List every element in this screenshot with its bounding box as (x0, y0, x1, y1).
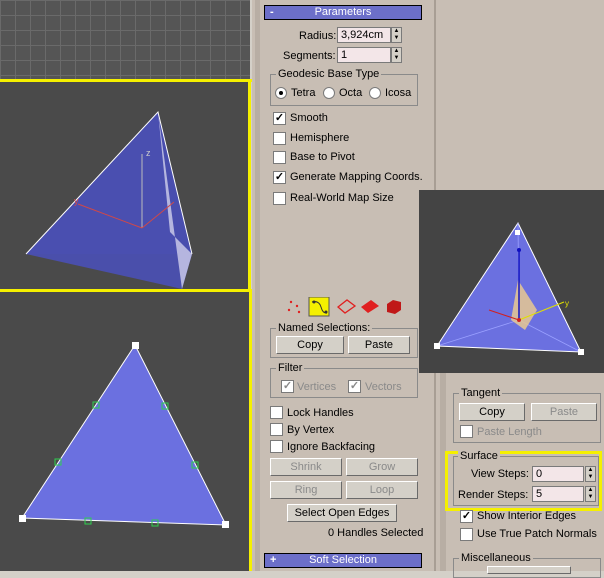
parameters-rollout-title[interactable]: - Parameters (264, 5, 422, 20)
front-viewport[interactable] (0, 292, 250, 571)
geodesic-title: Geodesic Base Type (276, 68, 382, 80)
filter-title: Filter (276, 362, 305, 374)
vectors-label: Vectors (365, 381, 402, 393)
render-steps-input[interactable]: 5 (532, 486, 584, 502)
view-steps-label: View Steps: (471, 468, 529, 480)
soft-selection-rollout-title[interactable]: + Soft Selection (264, 553, 422, 568)
expand-icon: + (270, 554, 277, 566)
show-interior-edges-checkbox[interactable]: ✓ (460, 510, 473, 523)
tetra-label: Tetra (291, 87, 316, 99)
tangent-title: Tangent (459, 387, 503, 399)
named-paste-button[interactable]: Paste (348, 336, 410, 354)
view-steps-spinner[interactable]: ▲ ▼ (585, 466, 596, 482)
named-copy-button[interactable]: Copy (276, 336, 344, 354)
panel-scrollbar[interactable] (255, 0, 260, 571)
selection-level-icons (285, 296, 405, 317)
radius-spinner[interactable]: ▲ ▼ (391, 27, 402, 43)
collapse-icon: - (270, 6, 274, 18)
select-open-edges-button[interactable]: Select Open Edges (287, 504, 397, 522)
named-selections-title: Named Selections: (276, 322, 373, 334)
tangent-paste-button[interactable]: Paste (531, 403, 597, 421)
tetra-radio[interactable] (275, 87, 287, 99)
render-steps-spinner[interactable]: ▲ ▼ (585, 486, 596, 502)
by-vertex-label: By Vertex (287, 424, 335, 436)
true-patch-normals-checkbox[interactable] (460, 528, 473, 541)
soft-selection-label: Soft Selection (309, 554, 377, 566)
face-icon (361, 300, 379, 313)
loop-button[interactable]: Loop (346, 481, 418, 499)
perspective-tetrahedron: z y (25, 110, 193, 289)
icosa-radio[interactable] (369, 87, 381, 99)
octa-radio[interactable] (323, 87, 335, 99)
segments-input[interactable]: 1 (337, 47, 391, 63)
gen-mapping-label: Generate Mapping Coords. (290, 171, 423, 183)
octa-label: Octa (339, 87, 363, 99)
lock-handles-label: Lock Handles (287, 407, 354, 419)
show-interior-edges-label: Show Interior Edges (477, 510, 577, 522)
perspective-viewport[interactable]: z y (0, 82, 248, 289)
active-viewport-border-right (248, 79, 251, 291)
grow-button[interactable]: Grow (346, 458, 418, 476)
handle-icon (308, 296, 330, 317)
vertices-checkbox[interactable]: ✓ (281, 380, 294, 393)
view-steps-input[interactable]: 0 (532, 466, 584, 482)
base-to-pivot-label: Base to Pivot (290, 151, 355, 163)
render-tetrahedron: y (434, 221, 584, 355)
misc-title: Miscellaneous (459, 552, 533, 564)
realworld-label: Real-World Map Size (290, 192, 394, 204)
top-viewport[interactable] (0, 0, 250, 80)
render-steps-label: Render Steps: (458, 489, 529, 501)
render-preview-viewport[interactable]: y (419, 190, 604, 373)
front-tetrahedron (19, 342, 229, 528)
shrink-button[interactable]: Shrink (270, 458, 342, 476)
ignore-backfacing-checkbox[interactable] (270, 440, 283, 453)
vectors-checkbox[interactable]: ✓ (348, 380, 361, 393)
svg-text:y: y (565, 299, 569, 308)
hemisphere-checkbox[interactable] (273, 132, 286, 145)
ring-button[interactable]: Ring (270, 481, 342, 499)
base-to-pivot-checkbox[interactable] (273, 151, 286, 164)
radius-label: Radius: (299, 30, 337, 42)
paste-length-checkbox[interactable] (460, 425, 473, 438)
paste-length-label: Paste Length (477, 426, 542, 438)
element-icon (387, 300, 401, 314)
gen-mapping-checkbox[interactable]: ✓ (273, 171, 286, 184)
lock-handles-checkbox[interactable] (270, 406, 283, 419)
smooth-label: Smooth (290, 112, 328, 124)
svg-text:z: z (146, 148, 151, 158)
hemisphere-label: Hemisphere (290, 132, 350, 144)
true-patch-normals-label: Use True Patch Normals (477, 528, 597, 540)
edge-icon (336, 299, 357, 314)
vertex-icon (287, 300, 301, 314)
svg-text:y: y (74, 196, 79, 206)
misc-button-partial[interactable] (487, 566, 571, 574)
ignore-backfacing-label: Ignore Backfacing (287, 441, 376, 453)
tangent-copy-button[interactable]: Copy (459, 403, 525, 421)
parameters-title-label: Parameters (314, 6, 372, 18)
handles-selected-status: 0 Handles Selected (328, 527, 424, 539)
segments-spinner[interactable]: ▲ ▼ (391, 47, 402, 63)
segments-label: Segments: (283, 50, 336, 62)
surface-title: Surface (458, 450, 500, 462)
by-vertex-checkbox[interactable] (270, 423, 283, 436)
icosa-label: Icosa (385, 87, 412, 99)
vertices-label: Vertices (297, 381, 337, 393)
smooth-checkbox[interactable]: ✓ (273, 112, 286, 125)
realworld-checkbox[interactable] (273, 192, 286, 205)
radius-input[interactable]: 3,924cm (337, 27, 391, 43)
